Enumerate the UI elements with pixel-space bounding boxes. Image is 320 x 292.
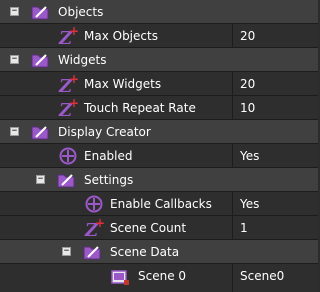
tree-row-enabled[interactable]: Enabled Yes	[0, 144, 318, 168]
collapse-toggle[interactable]: −	[10, 127, 19, 136]
property-label: Max Widgets	[84, 77, 162, 91]
property-value[interactable]: 1	[240, 216, 248, 240]
tree-row-touch-repeat-rate[interactable]: Z + Touch Repeat Rate 10	[0, 96, 318, 120]
svg-text:+: +	[95, 218, 104, 230]
property-value[interactable]: 10	[240, 96, 255, 120]
integer-property-icon: Z +	[58, 98, 78, 118]
integer-property-icon: Z +	[84, 218, 104, 238]
integer-property-icon: Z +	[58, 74, 78, 94]
property-value[interactable]: Yes	[240, 144, 259, 168]
folder-icon	[83, 246, 101, 260]
property-label: Enable Callbacks	[110, 197, 212, 211]
column-separator	[232, 24, 233, 48]
property-value[interactable]: Scene0	[240, 264, 284, 288]
tree-row-enable-callbacks[interactable]: Enable Callbacks Yes	[0, 192, 318, 216]
property-label: Touch Repeat Rate	[84, 101, 196, 115]
property-value[interactable]: 20	[240, 24, 255, 48]
folder-icon	[31, 6, 49, 20]
collapse-toggle[interactable]: −	[10, 7, 19, 16]
tree-row-max-widgets[interactable]: Z + Max Widgets 20	[0, 72, 318, 96]
group-label: Settings	[84, 173, 134, 187]
property-label: Scene 0	[138, 269, 187, 283]
property-value[interactable]: Yes	[240, 192, 259, 216]
column-separator	[232, 216, 233, 240]
property-tree: − Objects Z + Max Objects 20 − Widgets Z…	[0, 0, 318, 292]
tree-row-objects[interactable]: − Objects	[0, 0, 318, 24]
boolean-property-icon	[85, 195, 103, 213]
tree-row-display-creator[interactable]: − Display Creator	[0, 120, 318, 144]
tree-row-max-objects[interactable]: Z + Max Objects 20	[0, 24, 318, 48]
column-separator	[232, 192, 233, 216]
group-label: Widgets	[58, 53, 107, 67]
group-label: Scene Data	[110, 245, 180, 259]
property-label: Scene Count	[110, 221, 187, 235]
group-label: Objects	[58, 5, 104, 19]
folder-icon	[31, 126, 49, 140]
svg-text:+: +	[69, 98, 78, 110]
column-separator	[232, 144, 233, 168]
folder-icon	[31, 54, 49, 68]
tree-row-scene-count[interactable]: Z + Scene Count 1	[0, 216, 318, 240]
svg-text:+: +	[69, 74, 78, 86]
column-separator	[232, 72, 233, 96]
column-separator	[232, 96, 233, 120]
tree-row-scene-0[interactable]: Scene 0 Scene0	[0, 264, 318, 292]
column-separator	[232, 264, 233, 292]
tree-row-settings[interactable]: − Settings	[0, 168, 318, 192]
collapse-toggle[interactable]: −	[36, 175, 45, 184]
tree-row-widgets[interactable]: − Widgets	[0, 48, 318, 72]
property-label: Max Objects	[84, 29, 158, 43]
svg-text:+: +	[69, 26, 78, 38]
scene-icon	[111, 270, 129, 285]
boolean-property-icon	[59, 147, 77, 165]
collapse-toggle[interactable]: −	[10, 55, 19, 64]
folder-icon	[57, 174, 75, 188]
integer-property-icon: Z +	[58, 26, 78, 46]
tree-row-scene-data[interactable]: − Scene Data	[0, 240, 318, 264]
group-label: Display Creator	[58, 125, 151, 139]
collapse-toggle[interactable]: −	[62, 247, 71, 256]
property-label: Enabled	[84, 149, 133, 163]
property-value[interactable]: 20	[240, 72, 255, 96]
